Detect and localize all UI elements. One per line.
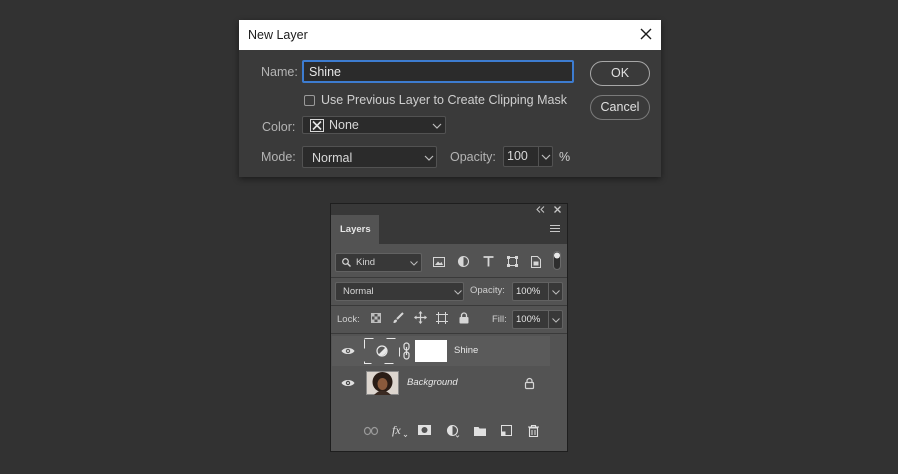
- close-panel-icon[interactable]: [554, 206, 561, 213]
- tab-layers[interactable]: Layers: [331, 215, 379, 244]
- panel-separator: [331, 419, 567, 420]
- blend-mode-value: Normal: [343, 286, 374, 297]
- field-divider: [548, 283, 549, 300]
- panel-menu-icon[interactable]: [550, 225, 560, 233]
- chevron-down-icon[interactable]: [541, 154, 551, 160]
- layer-row-shine[interactable]: Shine: [332, 336, 550, 366]
- filter-kind-dropdown[interactable]: Kind: [335, 253, 422, 272]
- new-group-icon[interactable]: [474, 426, 486, 436]
- link-icon[interactable]: [403, 342, 410, 360]
- mode-label: Mode:: [261, 150, 296, 164]
- chevron-down-icon[interactable]: [552, 290, 562, 296]
- adjustment-thumbnail[interactable]: [364, 338, 400, 364]
- clipping-mask-checkbox[interactable]: [304, 95, 315, 106]
- panel-separator: [331, 277, 567, 278]
- fx-icon[interactable]: fx: [392, 423, 408, 438]
- field-divider: [548, 311, 549, 328]
- mode-dropdown[interactable]: Normal: [302, 146, 437, 168]
- blend-mode-dropdown[interactable]: Normal: [335, 282, 464, 301]
- shape-layer-filter-icon[interactable]: [507, 256, 518, 267]
- panel-separator: [331, 305, 567, 306]
- layer-opacity-field[interactable]: 100%: [512, 282, 563, 301]
- new-adjustment-layer-icon[interactable]: [446, 424, 460, 438]
- add-mask-icon[interactable]: [418, 425, 431, 435]
- color-value: None: [329, 118, 359, 132]
- color-dropdown[interactable]: None: [302, 116, 446, 134]
- panel-separator: [331, 333, 567, 334]
- opacity-value: 100: [507, 149, 528, 163]
- lock-position-icon[interactable]: [414, 311, 427, 324]
- opacity-unit: %: [559, 150, 571, 164]
- chevron-down-icon: [432, 123, 442, 129]
- new-layer-dialog: New Layer Name: Shine Use Previous Layer…: [239, 20, 661, 177]
- filter-kind-value: Kind: [356, 257, 376, 268]
- close-icon[interactable]: [638, 26, 654, 42]
- fill-value: 100%: [516, 314, 541, 325]
- new-layer-icon[interactable]: [501, 425, 512, 436]
- fill-label: Fill:: [492, 314, 507, 325]
- link-layers-icon[interactable]: [363, 426, 379, 436]
- image-thumbnail[interactable]: [366, 371, 399, 395]
- layer-row-background[interactable]: Background: [332, 368, 550, 398]
- type-layer-filter-icon[interactable]: [483, 256, 494, 267]
- opacity-field[interactable]: 100: [503, 146, 553, 167]
- panel-header-strip: [331, 204, 567, 215]
- no-color-icon: [310, 119, 324, 132]
- dialog-titlebar: New Layer: [239, 20, 661, 50]
- layer-mask-thumbnail[interactable]: [415, 340, 447, 362]
- layer-opacity-value: 100%: [516, 286, 541, 297]
- panel-tabs: Layers: [331, 215, 567, 244]
- layer-opacity-label: Opacity:: [470, 285, 505, 296]
- opacity-divider: [538, 147, 539, 166]
- lock-all-icon[interactable]: [459, 312, 469, 324]
- clipping-mask-label: Use Previous Layer to Create Clipping Ma…: [321, 93, 567, 107]
- panel-bottom-bar: fx: [331, 423, 567, 451]
- chevron-down-icon: [410, 261, 420, 267]
- search-icon: [342, 258, 351, 267]
- adjustment-layer-filter-icon[interactable]: [457, 255, 470, 268]
- smart-object-filter-icon[interactable]: [531, 256, 541, 268]
- ok-button[interactable]: OK: [590, 61, 650, 86]
- filter-toggle-icon[interactable]: [553, 251, 561, 270]
- svg-text:fx: fx: [392, 423, 401, 437]
- dialog-title: New Layer: [248, 28, 308, 42]
- chevron-down-icon[interactable]: [552, 318, 562, 324]
- lock-label: Lock:: [337, 314, 360, 325]
- layer-name-input[interactable]: Shine: [302, 60, 574, 83]
- lock-image-pixels-icon[interactable]: [392, 312, 404, 324]
- eye-icon[interactable]: [341, 346, 355, 356]
- opacity-label: Opacity:: [450, 150, 496, 164]
- layer-name: Background: [407, 377, 458, 388]
- mode-value: Normal: [312, 151, 353, 165]
- name-label: Name:: [261, 65, 298, 79]
- chevron-down-icon: [424, 155, 434, 161]
- eye-icon[interactable]: [341, 378, 355, 388]
- collapse-panel-icon[interactable]: [536, 206, 545, 213]
- color-label: Color:: [262, 120, 296, 134]
- lock-artboard-icon[interactable]: [436, 312, 448, 324]
- layer-name: Shine: [454, 345, 479, 356]
- cancel-button[interactable]: Cancel: [590, 95, 650, 120]
- trash-icon[interactable]: [528, 424, 539, 438]
- chevron-down-icon: [454, 290, 464, 296]
- layers-panel: Layers Kind Normal Opacity: 100% Lock: F…: [330, 203, 568, 452]
- lock-icon: [524, 377, 535, 390]
- fill-field[interactable]: 100%: [512, 310, 563, 329]
- pixel-layer-filter-icon[interactable]: [433, 257, 445, 267]
- lock-transparent-pixels-icon[interactable]: [371, 313, 381, 323]
